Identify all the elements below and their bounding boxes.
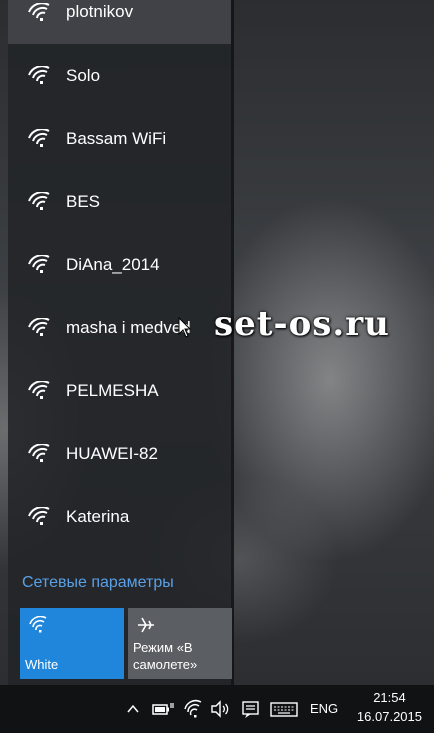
- network-item-huawei-82[interactable]: HUAWEI-82: [8, 422, 231, 485]
- network-item-bes[interactable]: BES: [8, 170, 231, 233]
- network-name: plotnikov: [66, 2, 134, 21]
- wifi-signal-icon: [28, 65, 50, 84]
- network-name: BES: [66, 191, 101, 211]
- touch-keyboard-icon[interactable]: [270, 699, 298, 719]
- wifi-icon: [29, 616, 47, 633]
- network-item-pelmesha[interactable]: PELMESHA: [8, 359, 231, 422]
- network-name: Bassam WiFi: [66, 128, 167, 148]
- wifi-signal-icon: [28, 191, 50, 210]
- network-name: masha i medved: [66, 317, 191, 337]
- action-center-notification-icon[interactable]: [241, 699, 261, 719]
- network-item-bassam-wifi[interactable]: Bassam WiFi: [8, 107, 231, 170]
- wifi-tray-icon[interactable]: [183, 699, 203, 719]
- network-item-plotnikov[interactable]: plotnikov: [8, 0, 231, 44]
- wifi-tile-label: White: [25, 657, 59, 672]
- clock-time: 21:54: [373, 690, 406, 705]
- wifi-signal-icon: [28, 443, 50, 462]
- wifi-signal-icon: [28, 317, 50, 336]
- network-flyout: plotnikov Solo Bassam WiFi BES DiAna_201…: [8, 0, 234, 685]
- taskbar: ENG 21:54 16.07.2015: [0, 685, 434, 733]
- network-name: HUAWEI-82: [66, 443, 158, 463]
- network-name: PELMESHA: [66, 380, 159, 400]
- network-item-solo[interactable]: Solo: [8, 44, 231, 107]
- wifi-signal-icon: [28, 3, 50, 21]
- network-item-diana-2014[interactable]: DiAna_2014: [8, 233, 231, 296]
- wifi-quick-action-tile[interactable]: White: [20, 608, 124, 679]
- wifi-signal-icon: [28, 128, 50, 147]
- airplane-tile-label: Режим «В самолете»: [133, 640, 198, 672]
- airplane-icon: [138, 617, 154, 633]
- network-name: Katerina: [66, 506, 130, 526]
- show-hidden-icons-chevron-up-icon[interactable]: [126, 699, 140, 719]
- volume-speaker-icon[interactable]: [209, 699, 231, 719]
- network-settings-link[interactable]: Сетевые параметры: [22, 574, 174, 592]
- network-list: plotnikov Solo Bassam WiFi BES DiAna_201…: [8, 0, 231, 548]
- network-name: DiAna_2014: [66, 254, 160, 274]
- network-item-katerina[interactable]: Katerina: [8, 485, 231, 548]
- battery-plug-icon[interactable]: [151, 699, 175, 719]
- network-name: Solo: [66, 65, 101, 85]
- input-language-indicator[interactable]: ENG: [310, 701, 338, 716]
- wifi-signal-icon: [28, 254, 50, 273]
- wifi-signal-icon: [28, 380, 50, 399]
- mouse-cursor-icon: [178, 317, 192, 338]
- watermark: set-os.ru: [214, 304, 390, 344]
- airplane-mode-tile[interactable]: Режим «В самолете»: [128, 608, 232, 679]
- wifi-signal-icon: [28, 506, 50, 525]
- taskbar-clock[interactable]: 21:54 16.07.2015: [357, 689, 422, 727]
- network-item-masha-i-medved[interactable]: masha i medved: [8, 296, 231, 359]
- clock-date: 16.07.2015: [356, 709, 422, 724]
